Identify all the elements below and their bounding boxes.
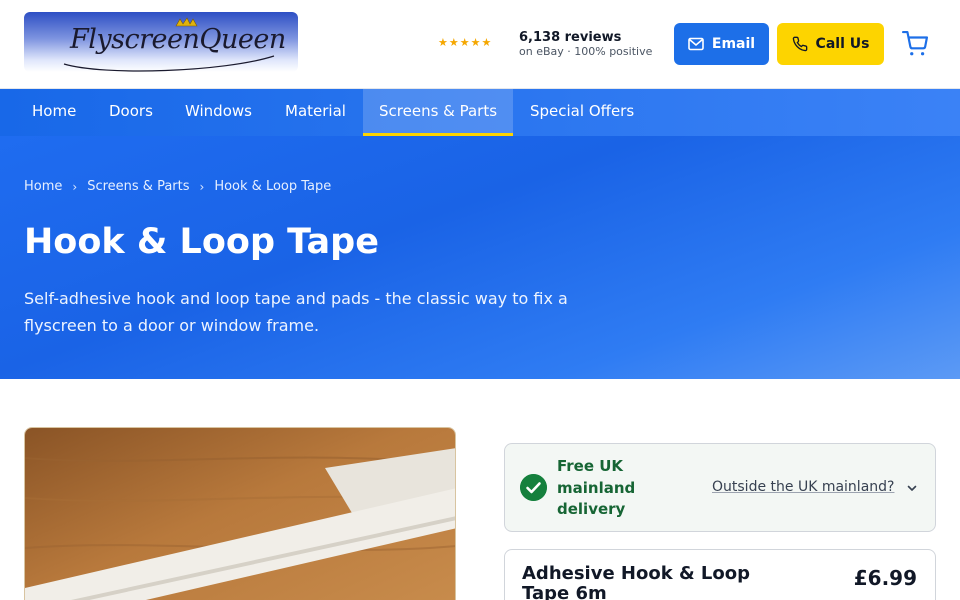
- rating-stars-icon: ★★★★★: [438, 36, 493, 49]
- chevron-right-icon: ›: [199, 179, 205, 194]
- breadcrumb: Home › Screens & Parts › Hook & Loop Tap…: [24, 179, 331, 194]
- nav-item-screens-parts[interactable]: Screens & Parts: [363, 89, 514, 136]
- product-name: Adhesive Hook & Loop Tape 6m: [522, 563, 751, 600]
- hook-loop-tape-photo: [25, 428, 455, 600]
- site-header: FlyscreenQueen ★★★★★ 6,138 reviews on eB…: [0, 0, 960, 89]
- phone-icon: [792, 36, 807, 52]
- email-button-label: Email: [711, 36, 756, 52]
- chevron-down-icon[interactable]: [906, 482, 918, 494]
- mail-icon: [688, 37, 704, 51]
- outside-uk-link[interactable]: Outside the UK mainland?: [712, 479, 894, 495]
- check-circle-icon: [520, 474, 547, 501]
- product-card[interactable]: Adhesive Hook & Loop Tape 6m £6.99: [504, 549, 936, 600]
- logo-text: FlyscreenQueen: [70, 24, 286, 55]
- review-count: 6,138 reviews: [519, 30, 622, 45]
- call-us-button[interactable]: Call Us: [777, 23, 884, 65]
- call-button-label: Call Us: [815, 36, 870, 52]
- email-button[interactable]: Email: [674, 23, 769, 65]
- page-description: Self-adhesive hook and loop tape and pad…: [24, 289, 568, 335]
- main-nav: Home Doors Windows Material Screens & Pa…: [0, 89, 960, 136]
- page-hero: Home › Screens & Parts › Hook & Loop Tap…: [0, 136, 960, 379]
- chevron-right-icon: ›: [72, 179, 78, 194]
- site-logo[interactable]: FlyscreenQueen: [24, 12, 298, 72]
- free-delivery-label: Free UK mainland delivery: [557, 457, 636, 518]
- page-title: Hook & Loop Tape: [24, 222, 379, 262]
- nav-item-home[interactable]: Home: [16, 89, 92, 136]
- nav-item-windows[interactable]: Windows: [169, 89, 268, 136]
- nav-item-doors[interactable]: Doors: [93, 89, 169, 136]
- breadcrumb-current: Hook & Loop Tape: [214, 179, 332, 194]
- delivery-info-box: Free UK mainland delivery Outside the UK…: [504, 443, 936, 532]
- nav-item-material[interactable]: Material: [269, 89, 362, 136]
- breadcrumb-home[interactable]: Home: [24, 179, 62, 194]
- product-price: £6.99: [853, 566, 917, 590]
- review-source: on eBay · 100% positive: [519, 45, 653, 58]
- breadcrumb-screens-parts[interactable]: Screens & Parts: [87, 179, 189, 194]
- cart-icon[interactable]: [902, 31, 928, 57]
- nav-item-special-offers[interactable]: Special Offers: [514, 89, 650, 136]
- product-image[interactable]: [24, 427, 456, 600]
